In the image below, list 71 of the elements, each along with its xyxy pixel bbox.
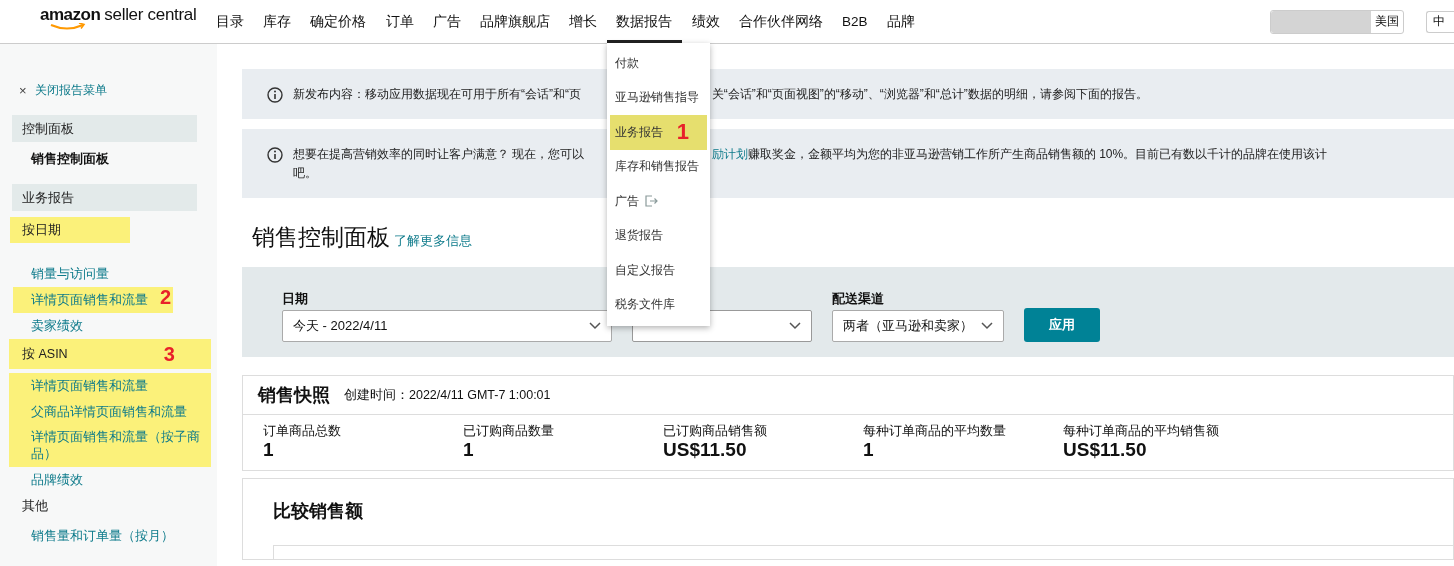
metric-label: 已订购商品数量 [463,423,555,440]
nav-tab[interactable]: 增长 [559,0,607,43]
chevron-down-icon [789,322,801,330]
report-link[interactable]: 品牌绩效 [0,467,217,493]
chevron-down-icon [589,322,601,330]
report-link[interactable]: 详情页面销售和流量 2 [13,287,173,313]
metric-label: 每种订单商品的平均销售额 [1063,423,1220,440]
menu-item[interactable]: 广告 [606,184,710,219]
page-title: 销售控制面板 [252,223,390,252]
info-icon [267,87,283,103]
nav-tab[interactable]: B2B [832,0,878,43]
filter-dropdown[interactable]: 两者（亚马逊和卖家） [832,310,1004,342]
filter-label: 日期 [282,290,309,308]
report-link[interactable]: 卖家绩效 [0,313,217,339]
banner-text: 关“会话”和“页面视图”的“移动”、“浏览器”和“总计”数据的明细，请参阅下面的报告。 [711,86,1148,103]
banner-text: 吧。 [293,165,317,182]
report-link[interactable]: 销售量和订单量（按月） [0,523,217,549]
metric-value: 1 [263,440,275,460]
metric-value: 1 [463,440,475,460]
group-label: 按日期 [10,217,130,243]
menu-item[interactable]: 付款 [606,46,710,81]
marketplace-selector[interactable]: 美国 [1270,9,1404,34]
menu-item[interactable]: 业务报告 1 [609,115,707,150]
language-selector[interactable]: 中 [1426,10,1454,33]
menu-item[interactable]: 亚马逊销售指导 [606,80,710,115]
metric-value: 1 [863,440,875,460]
card-title: 销售快照 [258,384,330,407]
nav-tab[interactable]: 广告 [423,0,471,43]
annotation-number: 1 [676,119,690,146]
metric-label: 订单商品总数 [263,423,342,440]
apply-button[interactable]: 应用 [1024,308,1100,342]
learn-more-link[interactable]: 了解更多信息 [394,232,472,250]
section-header: 业务报告 [12,184,197,211]
report-link[interactable]: 详情页面销售和流量 [9,373,211,399]
incentive-link[interactable]: 励计划 [711,146,748,163]
report-link[interactable]: 详情页面销售和流量（按子商品） [9,425,211,467]
report-link[interactable]: 销量与访问量 [0,261,217,287]
menu-item[interactable]: 自定义报告 [606,253,710,288]
section-header: 控制面板 [12,115,197,142]
nav-tab[interactable]: 订单 [376,0,424,43]
metric-label: 每种订单商品的平均数量 [863,423,1007,440]
menu-item[interactable]: 库存和销售报告 [606,149,710,184]
nav-tab[interactable]: 确定价格 [300,0,377,43]
banner-text: 赚取奖金，金额平均为您的非亚马逊营销工作所产生商品销售额的 10%。目前已有数以千计的品牌在使用该计 [747,146,1328,163]
banner-text: 想要在提高营销效率的同时让客户满意？ 现在，您可以 [293,146,586,163]
card-title: 比较销售额 [273,500,364,523]
group-label: 按 ASIN 3 [9,339,211,369]
annotation-number: 3 [163,344,175,364]
filter-dropdown[interactable]: 今天 - 2022/4/11 [282,310,612,342]
created-time: 创建时间：2022/4/11 GMT-7 1:00:01 [344,386,551,404]
banner-text: 新发布内容：移动应用数据现在可用于所有“会话”和“页 [293,86,582,103]
menu-item[interactable]: 退货报告 [606,218,710,253]
exit-icon [644,195,658,208]
report-link[interactable]: 父商品详情页面销售和流量 [9,399,211,425]
amazon-seller-central-logo[interactable]: amazon seller central [40,4,197,39]
filter-label: 配送渠道 [832,290,885,308]
nav-tab[interactable]: 绩效 [682,0,730,43]
metric-value: US$11.50 [663,440,748,460]
metric-label: 已订购商品销售额 [663,423,768,440]
metric-value: US$11.50 [1063,440,1148,460]
nav-tab[interactable]: 目录 [206,0,254,43]
nav-tab[interactable]: 库存 [253,0,301,43]
nav-tab[interactable]: 合作伙伴网络 [729,0,833,43]
chevron-down-icon [981,322,993,330]
nav-tab[interactable]: 品牌旗舰店 [470,0,560,43]
nav-tab[interactable]: 品牌 [877,0,925,43]
group-label: 其他 [21,497,49,515]
report-link[interactable]: 销售控制面板 [0,146,217,172]
close-report-menu-link[interactable]: × 关闭报告菜单 [19,82,217,99]
info-icon [267,147,283,163]
annotation-number: 2 [160,287,172,307]
